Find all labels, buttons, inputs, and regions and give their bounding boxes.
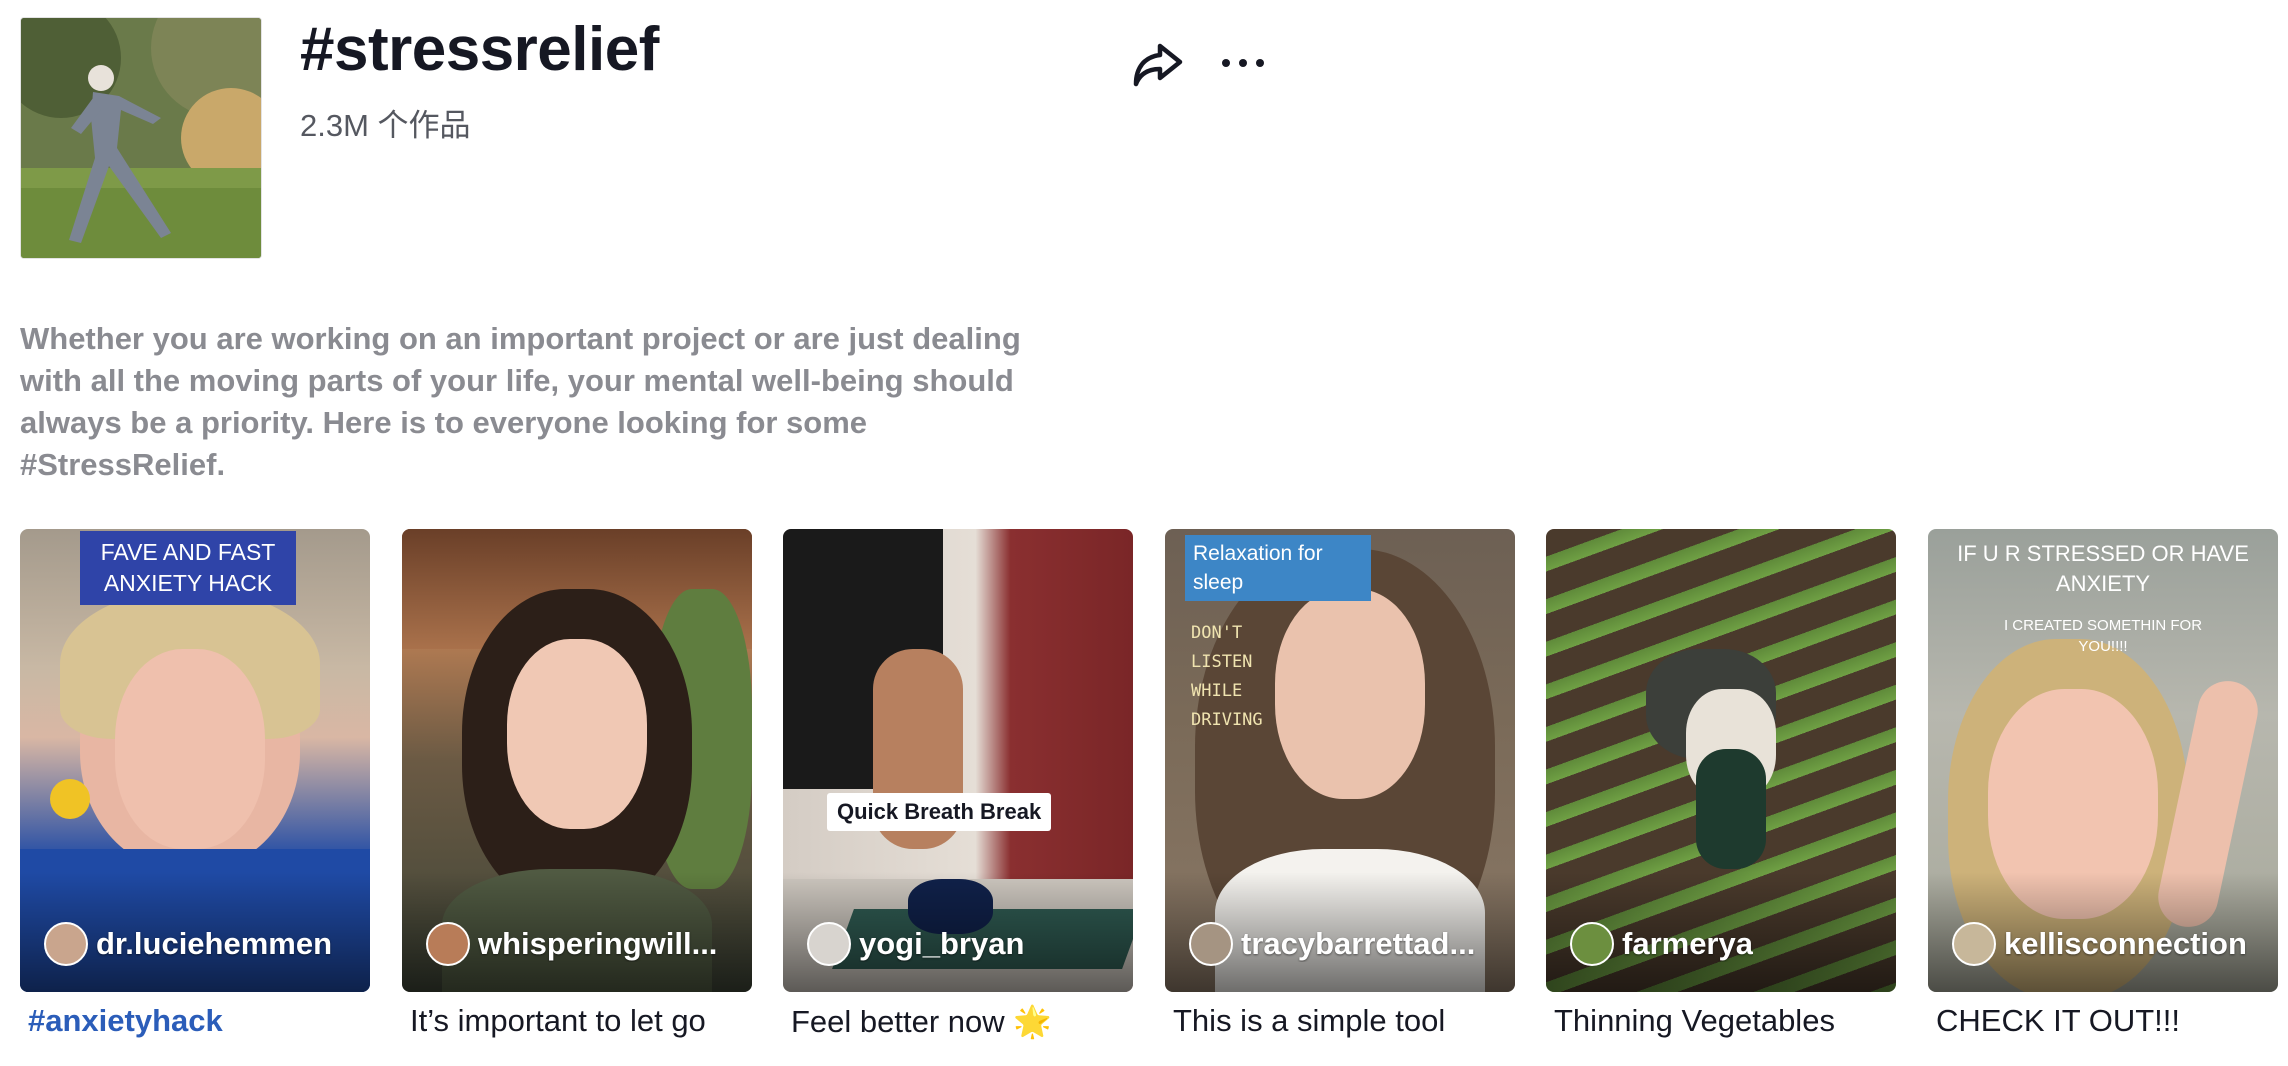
- hashtag-cover-image: [20, 17, 262, 259]
- video-overlay-subtext: I CREATED SOMETHIN FOR YOU!!!!: [2003, 617, 2203, 655]
- video-overlay-text: FAVE AND FAST ANXIETY HACK: [100, 539, 276, 596]
- video-card[interactable]: farmerya: [1546, 529, 1896, 992]
- author-name: tracybarrettad...: [1241, 926, 1476, 961]
- video-overlay-text: Quick Breath Break: [837, 799, 1042, 824]
- hashtag-description: Whether you are working on an important …: [20, 321, 1021, 482]
- share-icon: [1133, 43, 1183, 87]
- video-author[interactable]: whisperingwill...: [426, 922, 742, 966]
- video-overlay-warning: DON'T LISTEN WHILE DRIVING: [1191, 623, 1263, 730]
- author-name: yogi_bryan: [859, 926, 1025, 961]
- video-author[interactable]: dr.luciehemmen: [44, 922, 360, 966]
- author-name: whisperingwill...: [478, 926, 718, 961]
- video-caption[interactable]: CHECK IT OUT!!!: [1936, 1003, 2180, 1039]
- avatar: [1952, 922, 1996, 966]
- video-count: 2.3M 个作品: [300, 108, 471, 143]
- avatar: [1570, 922, 1614, 966]
- author-name: farmerya: [1622, 926, 1753, 961]
- author-name: dr.luciehemmen: [96, 926, 333, 961]
- video-author[interactable]: kellisconnection: [1952, 922, 2268, 966]
- video-card[interactable]: FAVE AND FAST ANXIETY HACK dr.luciehemme…: [20, 529, 370, 992]
- video-caption[interactable]: This is a simple tool: [1173, 1003, 1445, 1039]
- more-options-button[interactable]: [1218, 45, 1268, 81]
- video-card[interactable]: Quick Breath Break yogi_bryan: [783, 529, 1133, 992]
- avatar: [807, 922, 851, 966]
- share-button[interactable]: [1130, 38, 1186, 92]
- video-card[interactable]: IF U R STRESSED OR HAVE ANXIETY I CREATE…: [1928, 529, 2278, 992]
- video-card[interactable]: Relaxation for sleep DON'T LISTEN WHILE …: [1165, 529, 1515, 992]
- author-name: kellisconnection: [2004, 926, 2247, 961]
- avatar: [1189, 922, 1233, 966]
- video-caption[interactable]: It’s important to let go: [410, 1003, 706, 1039]
- avatar: [44, 922, 88, 966]
- video-caption[interactable]: Feel better now 🌟: [791, 1003, 1052, 1040]
- video-overlay-text: IF U R STRESSED OR HAVE ANXIETY: [1957, 541, 2249, 596]
- more-icon: [1222, 59, 1264, 67]
- video-overlay-text: Relaxation for sleep: [1193, 542, 1323, 594]
- hashtag-title: #stressrelief: [300, 15, 659, 84]
- avatar: [426, 922, 470, 966]
- video-author[interactable]: farmerya: [1570, 922, 1886, 966]
- video-author[interactable]: yogi_bryan: [807, 922, 1123, 966]
- video-caption[interactable]: Thinning Vegetables: [1554, 1003, 1835, 1039]
- video-author[interactable]: tracybarrettad...: [1189, 922, 1505, 966]
- video-card[interactable]: whisperingwill...: [402, 529, 752, 992]
- video-caption[interactable]: #anxietyhack: [28, 1003, 223, 1039]
